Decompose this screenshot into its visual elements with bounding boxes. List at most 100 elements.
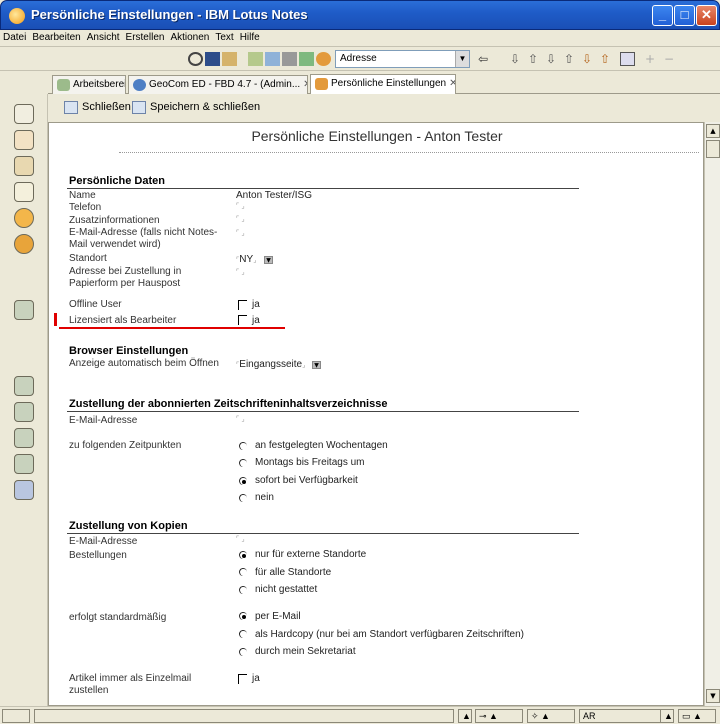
security-status-icon[interactable]: ✧ ▲ bbox=[527, 709, 575, 723]
postal-field[interactable]: ⌜ ⌟ bbox=[236, 268, 248, 277]
menu-aktionen[interactable]: Aktionen bbox=[167, 30, 212, 45]
previous-marked-icon[interactable]: ⇧ bbox=[600, 52, 615, 66]
address-dropdown[interactable]: Adresse ▼ bbox=[335, 50, 470, 68]
toc-email-field[interactable]: ⌜ ⌟ bbox=[236, 415, 248, 424]
location-dropdown-icon[interactable]: ▼ bbox=[264, 256, 273, 264]
arrow-down-icon[interactable]: ⇩ bbox=[510, 52, 525, 66]
offline-label: Offline User bbox=[69, 299, 122, 310]
address-label: Adresse bbox=[340, 53, 377, 64]
contacts-bookmark-icon[interactable] bbox=[14, 156, 34, 176]
arrow-up-icon[interactable]: ⇧ bbox=[528, 52, 543, 66]
location-field[interactable]: ⌜NY⌟ bbox=[236, 254, 256, 265]
maximize-icon: □ bbox=[680, 7, 689, 22]
folder-bookmark-icon[interactable] bbox=[14, 402, 34, 422]
orders-radio-option[interactable] bbox=[239, 568, 249, 578]
location-status-icon[interactable]: ⊸ ▲ bbox=[475, 709, 523, 723]
minimize-icon: _ bbox=[658, 7, 667, 22]
print-icon[interactable] bbox=[282, 52, 297, 66]
toc-radio-option[interactable] bbox=[239, 442, 249, 452]
calendar-bookmark-icon[interactable] bbox=[14, 130, 34, 150]
tab-settings[interactable]: Persönliche Einstellungen✕ bbox=[310, 74, 456, 95]
mail-icon[interactable] bbox=[265, 52, 280, 66]
favorites-bookmark-icon[interactable] bbox=[14, 234, 34, 254]
menu-text[interactable]: Text bbox=[212, 30, 236, 45]
minimize-button[interactable]: _ bbox=[652, 5, 673, 26]
copies-email-field[interactable]: ⌜ ⌟ bbox=[236, 535, 248, 544]
single-checkbox[interactable] bbox=[238, 674, 247, 684]
display-field[interactable]: ⌜Eingangsseite⌟ bbox=[236, 359, 305, 370]
toolbar: Adresse ▼ ⇦ ⇩ ⇧ ⇩ ⇧ ⇩ ⇧ + − bbox=[0, 47, 720, 71]
default-option-label: durch mein Sekretariat bbox=[255, 646, 356, 657]
vertical-scrollbar[interactable]: ▲ ▼ bbox=[704, 122, 720, 706]
email-field[interactable]: ⌜ ⌟ bbox=[236, 229, 248, 238]
toc-radio-option[interactable] bbox=[239, 459, 249, 469]
previous-unread-icon[interactable]: ⇧ bbox=[564, 52, 579, 66]
tab-geocom[interactable]: GeoCom ED - FBD 4.7 - (Admin...✕ bbox=[128, 75, 308, 94]
status-message-box bbox=[34, 709, 454, 723]
chevron-down-icon[interactable]: ▼ bbox=[455, 51, 469, 67]
next-unread-icon[interactable]: ⇩ bbox=[546, 52, 561, 66]
databases-bookmark-icon[interactable] bbox=[14, 300, 34, 320]
scroll-thumb[interactable] bbox=[706, 140, 720, 158]
info-field[interactable]: ⌜ ⌟ bbox=[236, 215, 248, 224]
offline-checkbox[interactable] bbox=[238, 300, 247, 310]
navigator-icon[interactable] bbox=[620, 52, 635, 66]
document-area: Persönliche Einstellungen - Anton Tester… bbox=[48, 122, 704, 706]
replicate-icon[interactable] bbox=[299, 52, 314, 66]
window-titlebar[interactable]: Persönliche Einstellungen - IBM Lotus No… bbox=[0, 0, 720, 30]
tab-workspace[interactable]: Arbeitsbereich bbox=[52, 75, 126, 94]
folder-bookmark-icon[interactable] bbox=[14, 428, 34, 448]
open-folder-icon[interactable] bbox=[222, 52, 237, 66]
menu-hilfe[interactable]: Hilfe bbox=[237, 30, 263, 45]
default-radio-option[interactable] bbox=[239, 630, 249, 640]
save-close-button[interactable]: Speichern & schließen bbox=[132, 101, 260, 114]
close-tab-icon[interactable]: ✕ bbox=[303, 79, 307, 90]
expand-icon[interactable]: + bbox=[645, 52, 660, 66]
mail-status-icon[interactable]: ▭ ▲ bbox=[678, 709, 716, 723]
menu-ansicht[interactable]: Ansicht bbox=[84, 30, 123, 45]
status-dropdown-icon[interactable]: ▲ bbox=[458, 709, 472, 723]
people-icon[interactable] bbox=[316, 52, 331, 66]
maximize-button[interactable]: □ bbox=[674, 5, 695, 26]
scroll-down-icon[interactable]: ▼ bbox=[706, 689, 720, 703]
replication-bookmark-icon[interactable] bbox=[14, 208, 34, 228]
toc-radio-option[interactable] bbox=[239, 494, 249, 504]
default-radio-option[interactable] bbox=[239, 612, 249, 622]
next-marked-icon[interactable]: ⇩ bbox=[582, 52, 597, 66]
menu-erstellen[interactable]: Erstellen bbox=[123, 30, 168, 45]
close-doc-button[interactable]: Schließen bbox=[64, 101, 131, 114]
licensed-checkbox[interactable] bbox=[238, 315, 247, 325]
default-radio-option[interactable] bbox=[239, 648, 249, 658]
orders-radio-option[interactable] bbox=[239, 586, 249, 596]
folder-bookmark-icon[interactable] bbox=[14, 376, 34, 396]
single-value: ja bbox=[252, 673, 260, 684]
todo-bookmark-icon[interactable] bbox=[14, 182, 34, 202]
menu-bearbeiten[interactable]: Bearbeiten bbox=[29, 30, 83, 45]
mail-bookmark-icon[interactable] bbox=[14, 104, 34, 124]
home-icon[interactable] bbox=[188, 52, 203, 66]
tab-bar: Arbeitsbereich GeoCom ED - FBD 4.7 - (Ad… bbox=[48, 72, 720, 95]
close-button[interactable]: ✕ bbox=[696, 5, 717, 26]
back-icon[interactable]: ⇦ bbox=[478, 52, 493, 66]
edit-icon[interactable] bbox=[248, 52, 263, 66]
save-icon[interactable] bbox=[205, 52, 220, 66]
tools-bookmark-icon[interactable] bbox=[14, 480, 34, 500]
folder-bookmark-icon[interactable] bbox=[14, 454, 34, 474]
language-dropdown-icon[interactable]: ▲ bbox=[660, 709, 674, 723]
tab-label: Arbeitsbereich bbox=[73, 79, 126, 90]
name-value: Anton Tester/ISG bbox=[236, 190, 312, 201]
offline-value: ja bbox=[252, 299, 260, 310]
email-label: E-Mail-Adresse (falls nicht Notes-Mail v… bbox=[69, 227, 218, 250]
toc-radio-option[interactable] bbox=[239, 477, 249, 487]
licensed-label: Lizensiert als Bearbeiter bbox=[69, 315, 177, 326]
phone-field[interactable]: ⌜ ⌟ bbox=[236, 202, 248, 211]
orders-radio-option[interactable] bbox=[239, 551, 249, 561]
location-value: NY bbox=[239, 254, 254, 265]
display-dropdown-icon[interactable]: ▼ bbox=[312, 361, 321, 369]
scroll-up-icon[interactable]: ▲ bbox=[706, 124, 720, 138]
menu-datei[interactable]: Datei bbox=[0, 30, 29, 45]
postal-label: Adresse bei Zustellung in Papierform per… bbox=[69, 266, 182, 289]
toc-option-label: an festgelegten Wochentagen bbox=[255, 440, 388, 451]
collapse-icon[interactable]: − bbox=[664, 52, 679, 66]
close-tab-icon[interactable]: ✕ bbox=[449, 78, 455, 89]
